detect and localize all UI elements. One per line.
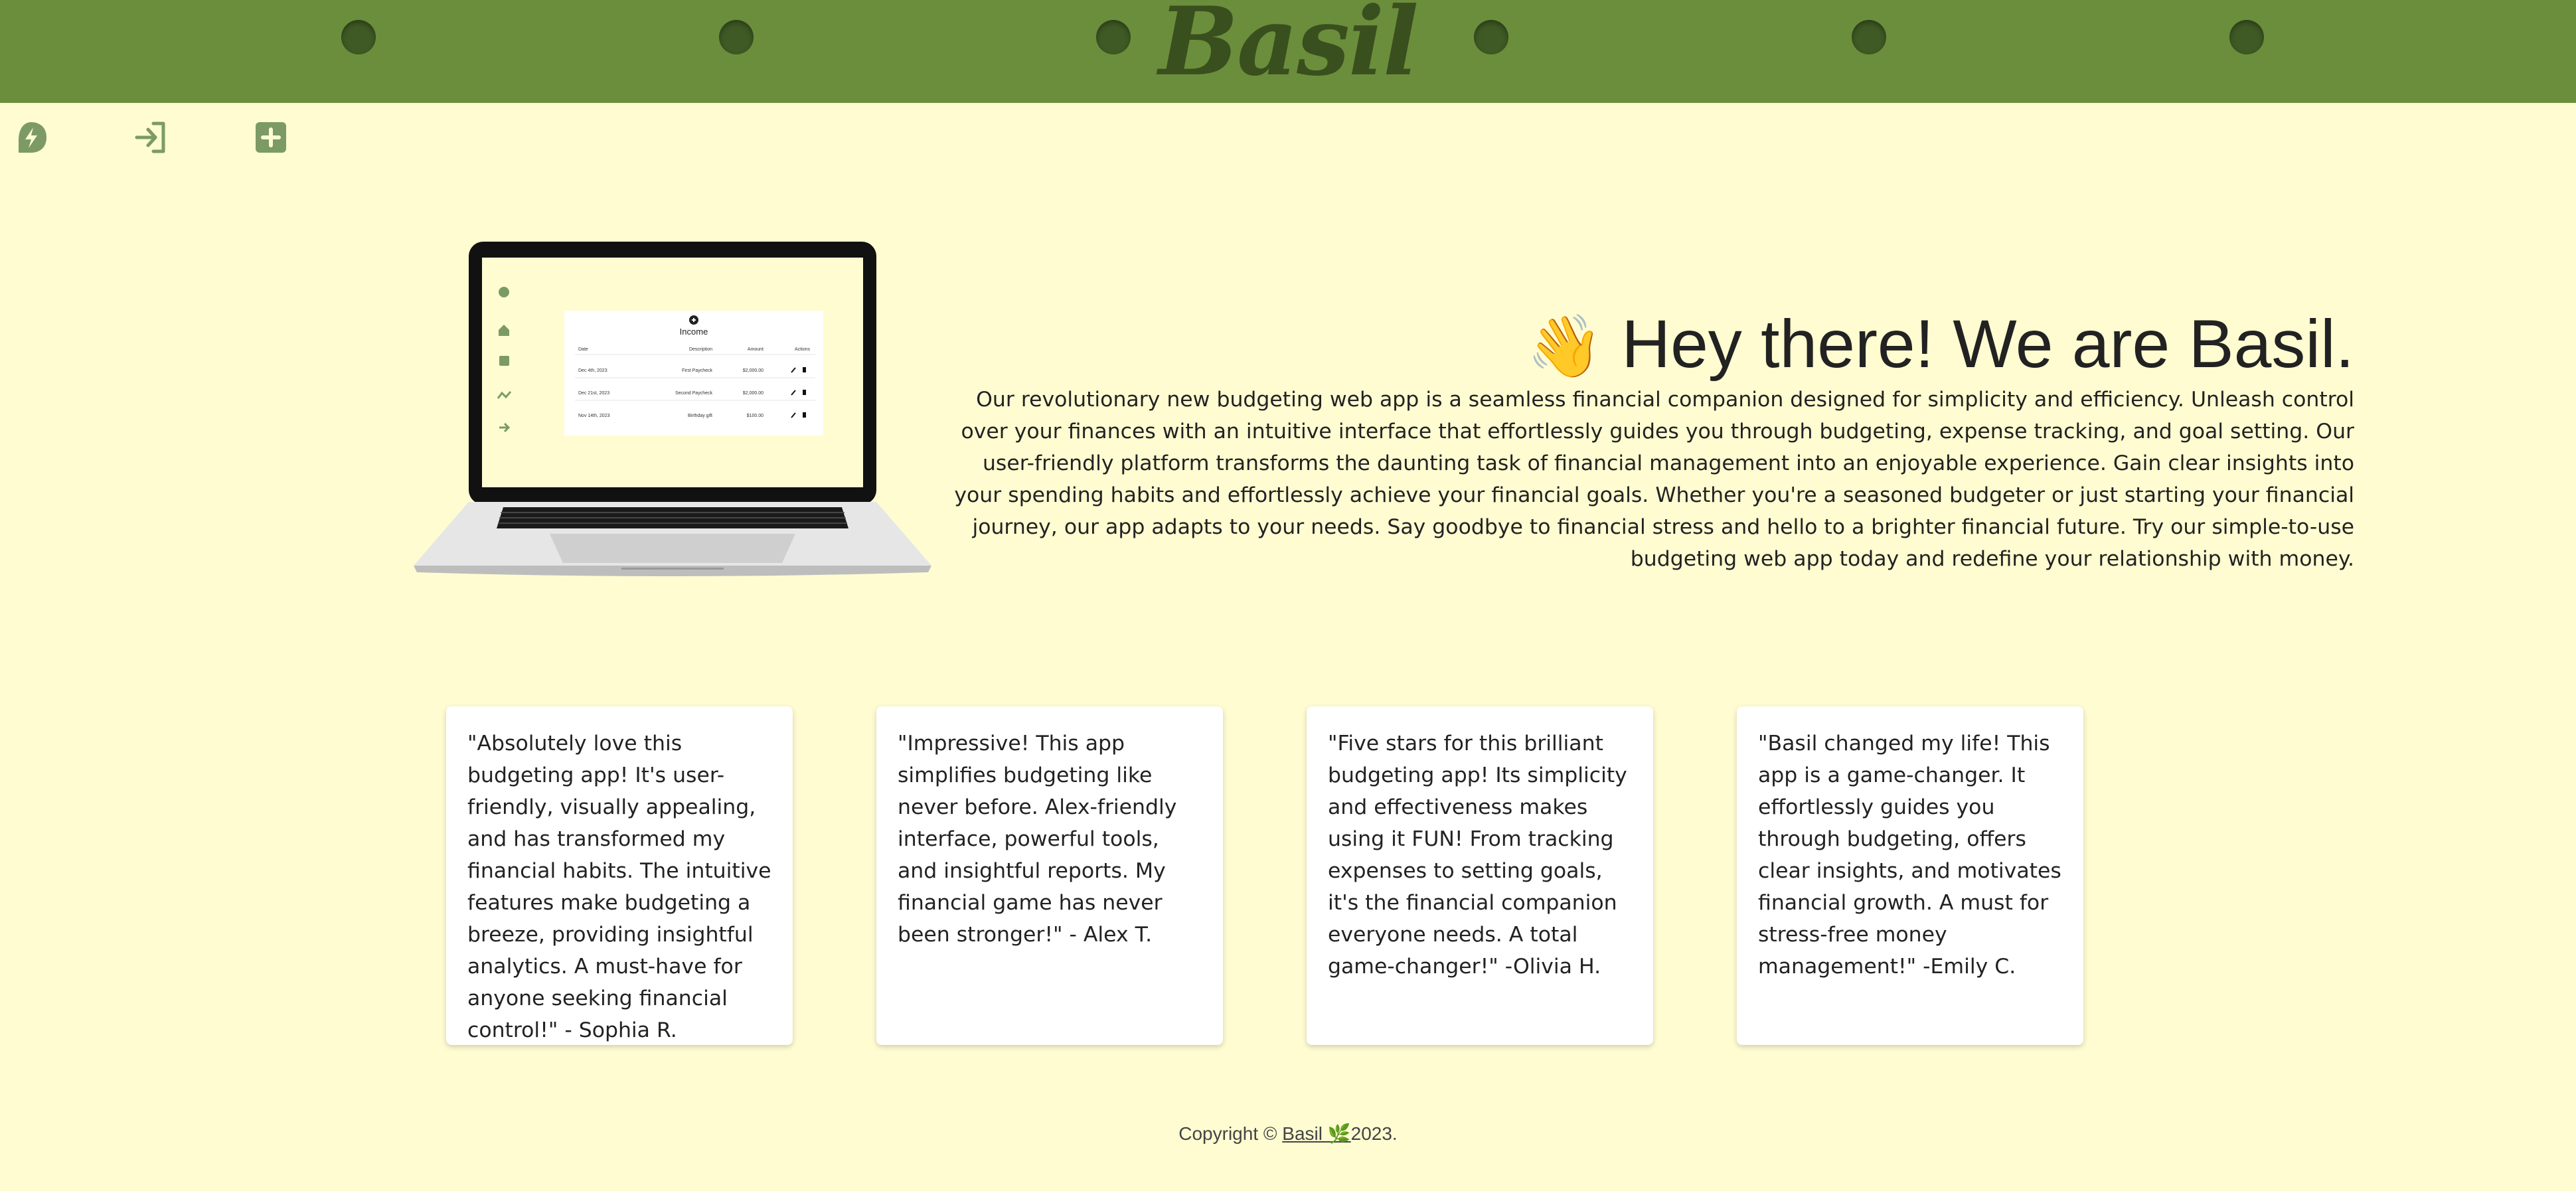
screen-row-amount: $100.00 xyxy=(747,414,764,418)
screen-row-description: First Paycheck xyxy=(682,368,712,373)
footer-basil-link[interactable]: Basil 🌿 xyxy=(1282,1123,1350,1144)
hero-title-text: Hey there! We are Basil. xyxy=(1621,306,2354,382)
screen-row-amount: $2,000.00 xyxy=(743,368,764,373)
header-dot-decoration xyxy=(1852,20,1886,54)
header-dot-decoration xyxy=(2229,20,2264,54)
testimonial-card: "Absolutely love this budgeting app! It'… xyxy=(446,706,793,1045)
screen-panel-title: Income xyxy=(680,327,708,337)
screen-col-date: Date xyxy=(578,347,588,352)
testimonial-text: "Impressive! This app simplifies budgeti… xyxy=(898,732,1177,947)
testimonial-text: "Basil changed my life! This app is a ga… xyxy=(1758,732,2061,979)
screen-col-description: Description xyxy=(689,347,712,352)
copyright-year: 2023. xyxy=(1350,1123,1398,1144)
brand-logo[interactable]: Basil xyxy=(1129,0,1447,98)
screen-row-date: Dec 21st, 2023 xyxy=(578,391,609,396)
hero-title: 👋 Hey there! We are Basil. xyxy=(943,304,2354,384)
site-header: Basil xyxy=(0,0,2576,103)
header-dot-decoration xyxy=(1474,20,1508,54)
hero-description: Our revolutionary new budgeting web app … xyxy=(954,388,2354,571)
laptop-illustration: Income Date Description Amount Actions D… xyxy=(414,242,931,576)
testimonial-text: "Five stars for this brilliant budgeting… xyxy=(1328,732,1627,979)
screen-income-panel: Income Date Description Amount Actions D… xyxy=(564,311,823,436)
add-square-icon[interactable] xyxy=(253,119,289,155)
screen-col-actions: Actions xyxy=(795,347,810,352)
login-icon[interactable] xyxy=(133,119,169,155)
testimonial-card: "Impressive! This app simplifies budgeti… xyxy=(876,706,1223,1045)
screen-row-date: Nov 14th, 2023 xyxy=(578,414,610,418)
screen-row-date: Dec 4th, 2023 xyxy=(578,368,607,373)
screen-row-amount: $2,000.00 xyxy=(743,391,764,396)
laptop-trackpad xyxy=(550,534,795,563)
screen-row-description: Second Paycheck xyxy=(675,391,713,396)
screen-row-description: Birthday gift xyxy=(688,414,712,418)
footer-copyright: Copyright © Basil 🌿2023. xyxy=(1089,1119,1487,1149)
testimonial-card: "Five stars for this brilliant budgeting… xyxy=(1307,706,1653,1045)
testimonial-card: "Basil changed my life! This app is a ga… xyxy=(1737,706,2083,1045)
screen-col-amount: Amount xyxy=(748,347,764,352)
testimonial-text: "Absolutely love this budgeting app! It'… xyxy=(467,732,771,1042)
header-dot-decoration xyxy=(341,20,376,54)
header-dot-decoration xyxy=(1096,20,1131,54)
waving-hand-icon: 👋 xyxy=(1526,313,1603,380)
leaf-bolt-icon[interactable] xyxy=(13,119,49,155)
header-dot-decoration xyxy=(719,20,754,54)
copyright-prefix: Copyright © xyxy=(1178,1123,1283,1144)
